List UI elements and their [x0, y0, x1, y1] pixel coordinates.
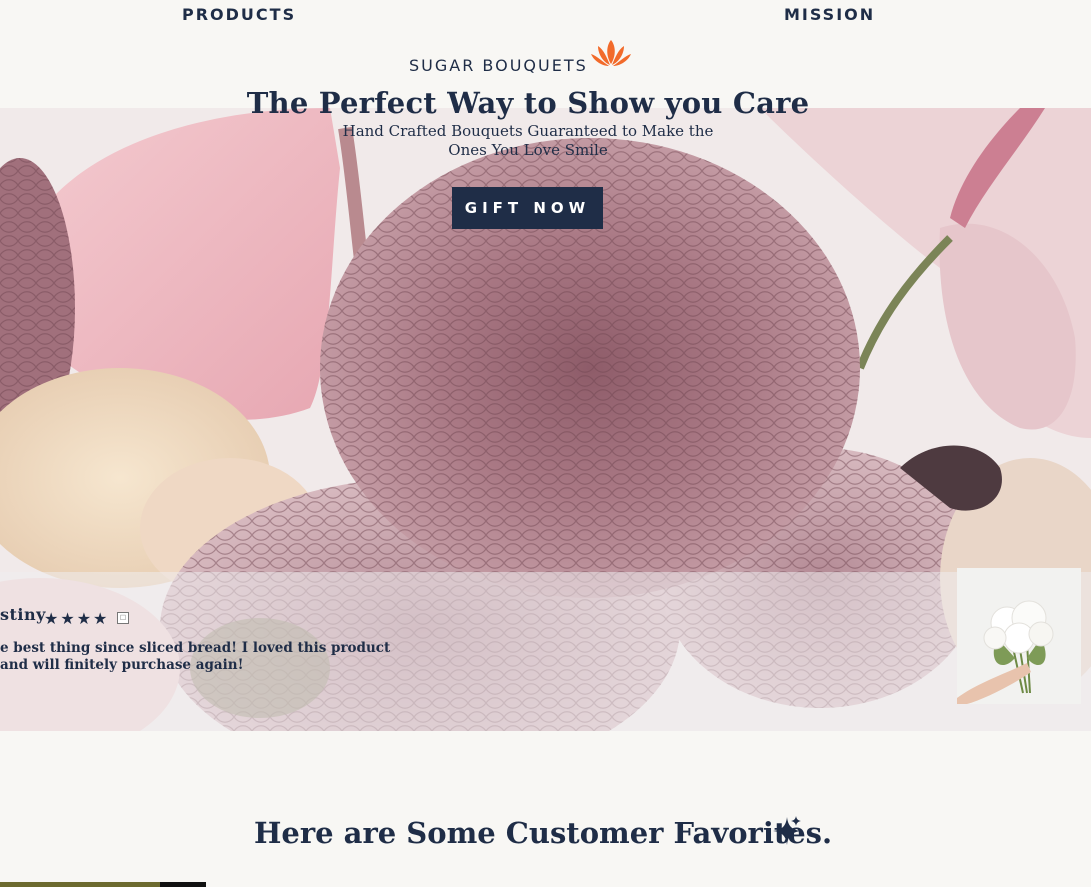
- bouquet-in-hand-image: [957, 568, 1081, 704]
- brand-logo[interactable]: SUGAR BOUQUETS: [409, 38, 632, 76]
- sparkle-icon: [773, 816, 801, 845]
- hero-subtitle: Hand Crafted Bouquets Guaranteed to Make…: [342, 122, 714, 159]
- nav-products-link[interactable]: PRODUCTS: [182, 5, 296, 24]
- hero-title: The Perfect Way to Show you Care: [246, 86, 810, 120]
- lotus-icon: [590, 40, 631, 66]
- product-card-image-edge: [160, 882, 206, 887]
- gift-now-button[interactable]: GIFT NOW: [452, 187, 603, 229]
- reviewer-name: stiny: [0, 605, 46, 624]
- hero-banner: Hand Crafted Bouquets Guaranteed to Make…: [0, 108, 1091, 731]
- review-text: e best thing since sliced bread! I loved…: [0, 640, 391, 673]
- review-rating-stars: ★★★★: [44, 609, 110, 628]
- favorites-title: Here are Some Customer Favorites.: [254, 816, 833, 850]
- nav-mission-link[interactable]: MISSION: [784, 5, 875, 24]
- product-card-image-edge: [0, 882, 160, 887]
- brand-name: SUGAR BOUQUETS: [409, 56, 588, 75]
- empty-star-icon: ☐: [117, 612, 129, 624]
